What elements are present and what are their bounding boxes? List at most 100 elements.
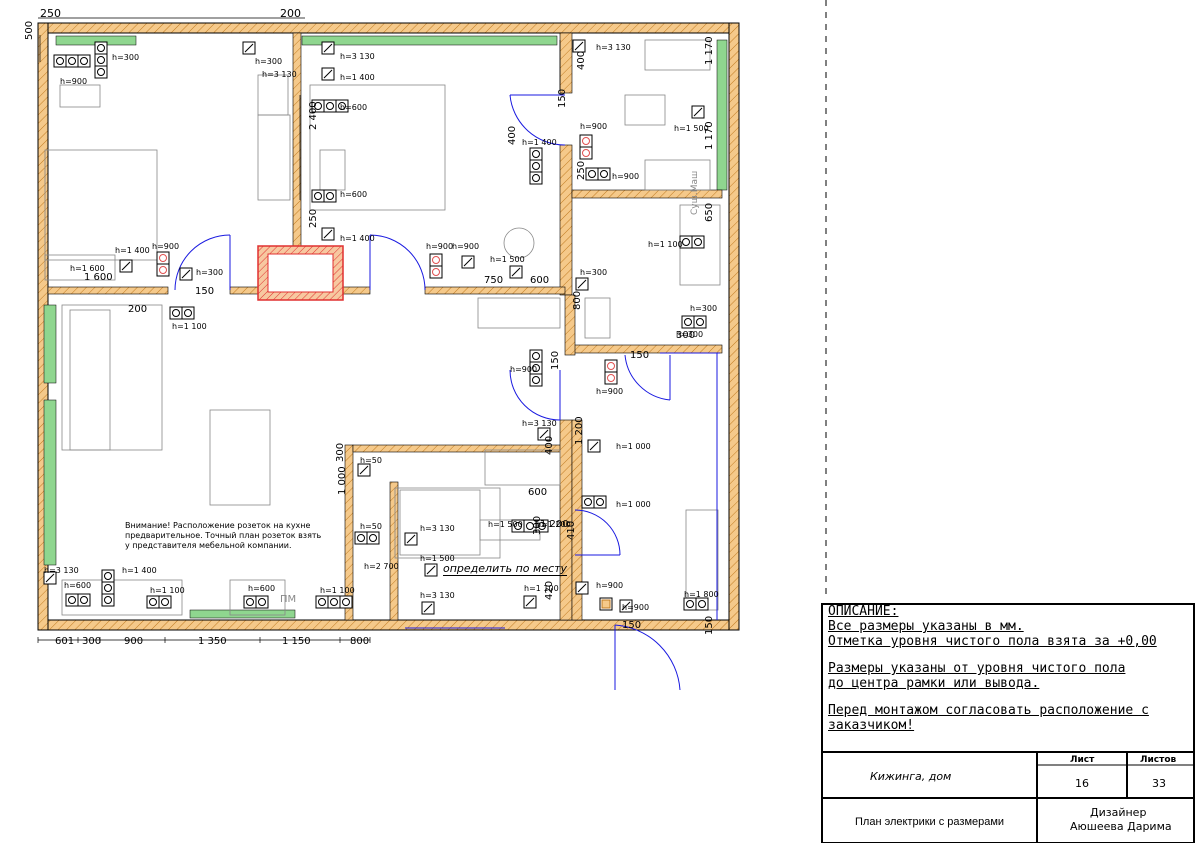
socket-icon xyxy=(243,595,269,609)
height-label: h=50 xyxy=(360,456,382,465)
description-line: Отметка уровня чистого пола взята за +0,… xyxy=(828,634,1157,649)
height-label: h=300 xyxy=(112,53,140,62)
socket-icon xyxy=(311,189,337,203)
height-label: h=1 400 xyxy=(340,73,375,82)
height-label: h=900 xyxy=(596,387,624,396)
height-label: h=300 xyxy=(196,268,224,277)
height-label: h=1 000 xyxy=(616,442,651,451)
socket-icon xyxy=(599,597,613,611)
socket-icon xyxy=(65,593,91,607)
socket-icon xyxy=(146,595,172,609)
room-dimension: 300 xyxy=(335,442,346,462)
bottom-dim: 900 xyxy=(124,636,144,647)
height-label: h=600 xyxy=(340,190,368,199)
kitchen-note-line-2: предварительное. Точный план розеток взя… xyxy=(125,531,322,540)
socket-icon xyxy=(357,463,371,477)
dryer-label: Суш.Маш xyxy=(690,170,700,215)
socket-icon xyxy=(101,569,115,607)
room-dimension: 800 xyxy=(572,290,583,310)
height-label: h=1 400 xyxy=(340,234,375,243)
height-label: h=900 xyxy=(596,581,624,590)
sheets-label: Листов xyxy=(1140,755,1177,765)
top-dim-250: 250 xyxy=(40,7,61,20)
height-label: h=1 800 xyxy=(684,590,719,599)
height-label: h=600 xyxy=(248,584,276,593)
socket-icon xyxy=(575,277,589,291)
pm-label: ПМ xyxy=(280,594,297,605)
determine-on-site-label: определить по месту xyxy=(443,562,568,576)
height-label: h=3 130 xyxy=(44,566,79,575)
bottom-dim: 800 xyxy=(350,636,370,647)
room-dimension: 150 xyxy=(195,286,215,297)
sheet-number: 16 xyxy=(1075,777,1089,790)
socket-icon xyxy=(94,41,108,79)
socket-icon xyxy=(679,235,705,249)
description-line: заказчиком! xyxy=(828,718,915,733)
socket-icon xyxy=(169,306,195,320)
height-label: h=900 xyxy=(622,603,650,612)
sheets-total: 33 xyxy=(1152,777,1166,790)
socket-icon xyxy=(179,267,193,281)
socket-icon xyxy=(242,41,256,55)
designer-role: Дизайнер xyxy=(1090,806,1147,819)
socket-icon xyxy=(681,315,707,329)
height-label: h=600 xyxy=(64,581,92,590)
kitchen-note-line-3: у представителя мебельной компании. xyxy=(125,541,292,550)
height-label: h=900 xyxy=(452,242,480,251)
socket-icon xyxy=(461,255,475,269)
room-dimension: 150 xyxy=(630,350,650,361)
room-dimension: 1 000 xyxy=(337,466,348,495)
height-label: h=3 130 xyxy=(420,524,455,533)
height-label: h=600 xyxy=(340,103,368,112)
height-label: h=1 400 xyxy=(522,138,557,147)
room-dimension: 2 400 xyxy=(308,101,319,130)
height-label: h=300 xyxy=(676,330,704,339)
height-label: h=1 500 xyxy=(488,520,523,529)
socket-icon xyxy=(321,67,335,81)
room-dimension: 150 xyxy=(704,615,715,635)
height-label: h=2 700 xyxy=(364,562,399,571)
project-name: Кижинга, дом xyxy=(870,770,952,783)
height-label: h=3 130 xyxy=(596,43,631,52)
room-dimension: 1 200 xyxy=(574,416,585,445)
room-dimension: 1 170 xyxy=(704,36,715,65)
height-label: h=1 100 xyxy=(320,586,355,595)
height-label: h=3 130 xyxy=(522,419,557,428)
description-line: Все размеры указаны в мм. xyxy=(828,619,1024,634)
height-label: h=50 xyxy=(360,522,382,531)
height-label: h=300 xyxy=(255,57,283,66)
description-line: Размеры указаны от уровня чистого пола xyxy=(828,661,1126,676)
description-line: до центра рамки или вывода. xyxy=(828,676,1040,691)
socket-icon xyxy=(429,253,443,279)
room-dimension: 250 xyxy=(308,208,319,228)
room-dimension: 650 xyxy=(704,202,715,222)
socket-icon xyxy=(691,105,705,119)
height-label: h=900 xyxy=(510,365,538,374)
socket-icon xyxy=(424,563,438,577)
socket-icon xyxy=(579,134,593,160)
room-dimension: 1 600 xyxy=(84,272,113,283)
bottom-dim: 601 xyxy=(55,636,75,647)
designer-name: Аюшеева Дарима xyxy=(1070,820,1172,833)
description-line: Перед монтажом согласовать расположение … xyxy=(828,703,1149,718)
socket-icon xyxy=(509,265,523,279)
height-label: h=1 000 xyxy=(616,500,651,509)
socket-icon xyxy=(354,531,380,545)
room-dimension: 600 xyxy=(530,275,550,286)
height-label: h=900 xyxy=(152,242,180,251)
height-label: h=900 xyxy=(426,242,454,251)
height-label: h=1 500 xyxy=(674,124,709,133)
height-label: h=3 130 xyxy=(340,52,375,61)
room-dimension: 400 xyxy=(576,50,587,70)
room-dimension: 200 xyxy=(128,304,148,315)
socket-icon xyxy=(523,595,537,609)
height-label: h=1 100 xyxy=(524,584,559,593)
socket-icon xyxy=(156,251,170,277)
room-dimension: 400 xyxy=(507,125,518,145)
room-dimension: 400 xyxy=(544,435,555,455)
socket-icon xyxy=(581,495,607,509)
height-label: h=1 100 xyxy=(648,240,683,249)
room-dimension: 250 xyxy=(576,160,587,180)
height-label: h=1 400 xyxy=(115,246,150,255)
socket-icon xyxy=(404,532,418,546)
